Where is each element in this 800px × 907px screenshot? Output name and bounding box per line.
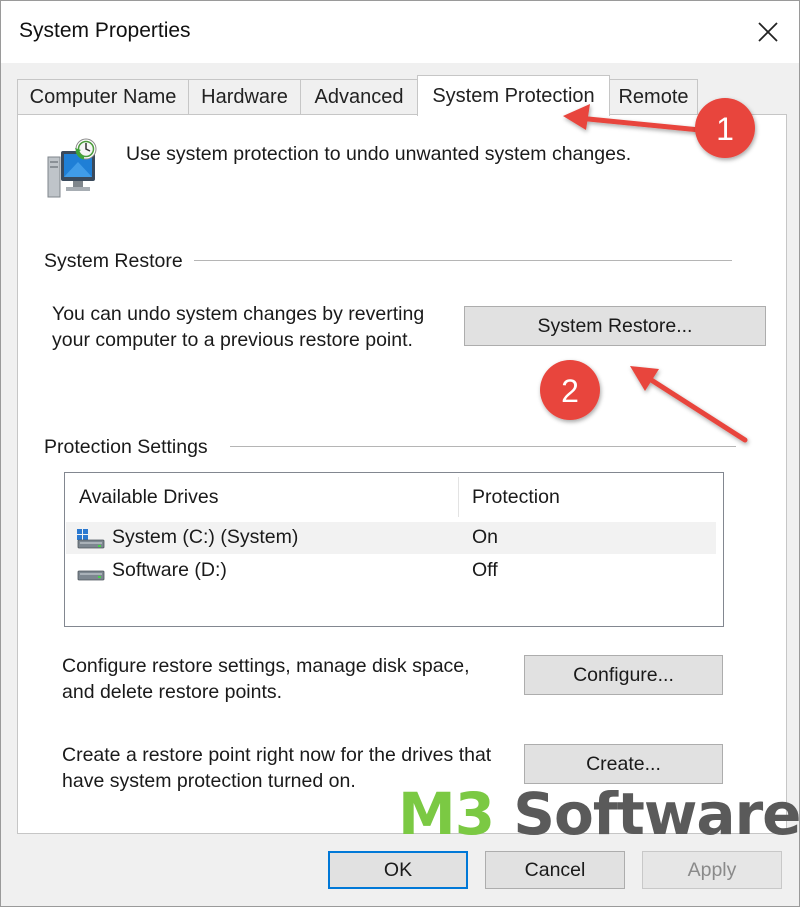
create-description: Create a restore point right now for the… xyxy=(62,744,492,792)
close-button[interactable] xyxy=(737,1,799,63)
system-restore-button[interactable]: System Restore... xyxy=(464,306,766,346)
drive-icon xyxy=(77,570,105,581)
drive-protection-status: Off xyxy=(472,559,498,581)
system-restore-description: You can undo system changes by reverting… xyxy=(52,303,425,351)
column-header-protection[interactable]: Protection xyxy=(458,473,718,521)
create-button[interactable]: Create... xyxy=(524,744,723,784)
tab-computer-name[interactable]: Computer Name xyxy=(17,79,189,115)
tab-advanced[interactable]: Advanced xyxy=(300,79,418,115)
system-protection-icon xyxy=(47,138,97,198)
ok-button[interactable]: OK xyxy=(328,851,468,889)
protection-settings-divider xyxy=(230,446,736,447)
tab-hardware[interactable]: Hardware xyxy=(188,79,301,115)
apply-button[interactable]: Apply xyxy=(642,851,782,889)
protection-settings-group-label: Protection Settings xyxy=(44,436,218,459)
close-icon xyxy=(758,22,778,42)
tab-strip: Computer Name Hardware Advanced System P… xyxy=(17,75,787,116)
system-drive-icon xyxy=(77,529,105,549)
window-title: System Properties xyxy=(19,19,191,42)
drives-list-header: Available Drives Protection xyxy=(65,473,723,521)
drives-list[interactable]: Available Drives Protection System (C:) … xyxy=(64,472,724,627)
drive-row-software[interactable]: Software (D:) Off xyxy=(66,555,716,587)
drive-protection-status: On xyxy=(472,526,499,548)
system-properties-window: System Properties Computer Name Hardware… xyxy=(0,0,800,907)
system-restore-group-label: System Restore xyxy=(44,250,193,273)
intro-text: Use system protection to undo unwanted s… xyxy=(126,143,632,165)
column-header-available-drives[interactable]: Available Drives xyxy=(65,473,458,521)
tab-remote[interactable]: Remote xyxy=(609,79,698,115)
system-protection-panel: Use system protection to undo unwanted s… xyxy=(17,114,787,834)
title-bar[interactable]: System Properties xyxy=(1,1,799,63)
tab-system-protection[interactable]: System Protection xyxy=(417,75,610,116)
drive-row-system[interactable]: System (C:) (System) On xyxy=(66,522,716,554)
configure-button[interactable]: Configure... xyxy=(524,655,723,695)
drive-name: System (C:) (System) xyxy=(112,526,299,548)
cancel-button[interactable]: Cancel xyxy=(485,851,625,889)
system-restore-divider xyxy=(194,260,732,261)
configure-description: Configure restore settings, manage disk … xyxy=(62,655,470,703)
drive-name: Software (D:) xyxy=(112,559,227,581)
